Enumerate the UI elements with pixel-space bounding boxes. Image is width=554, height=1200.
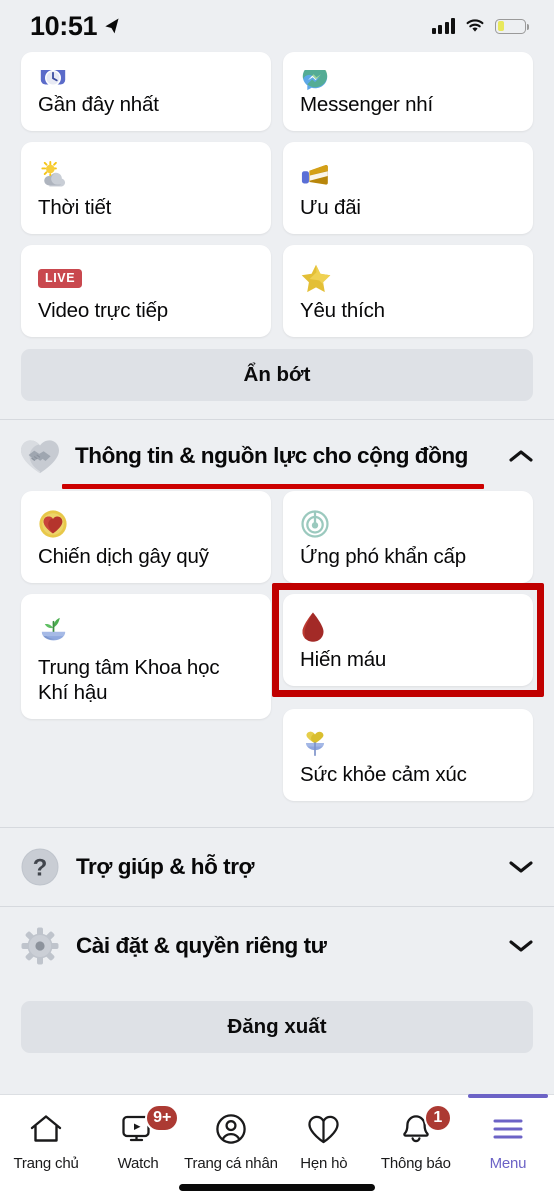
climate-science-center-icon [38, 608, 255, 646]
annotation-underline [62, 484, 484, 489]
location-arrow-icon [105, 17, 119, 33]
status-bar-clock: 10:51 [30, 10, 98, 41]
nav-badge-notifications: 1 [423, 1104, 452, 1132]
menu-row-label: Cài đặt & quyền riêng tư [76, 933, 327, 958]
menu-row-help-support[interactable]: ? Trợ giúp & hỗ trợ [0, 827, 554, 906]
nav-tab-watch[interactable]: 9+ Watch [92, 1095, 184, 1200]
nav-tab-notifications[interactable]: 1 Thông báo [370, 1095, 462, 1200]
nav-tab-label: Trang chủ [13, 1155, 79, 1172]
shortcut-label: Gần đây nhất [38, 93, 159, 116]
bottom-navigation-bar: Trang chủ 9+ Watch Trang cá nhân Hẹn hò … [0, 1094, 554, 1200]
community-card-label: Hiến máu [300, 648, 387, 671]
nav-badge-watch: 9+ [145, 1104, 180, 1132]
chevron-up-icon[interactable] [508, 448, 534, 464]
home-icon [29, 1109, 63, 1149]
offers-megaphone-icon [300, 156, 517, 194]
profile-person-icon [215, 1109, 247, 1149]
blood-donation-drop-icon [300, 608, 517, 646]
active-tab-indicator [467, 1094, 548, 1098]
community-card-blood-donation[interactable]: Hiến máu [283, 594, 533, 686]
shortcut-label: Messenger nhí [300, 93, 434, 116]
shortcut-label: Video trực tiếp [38, 299, 168, 322]
nav-tab-home[interactable]: Trang chủ [0, 1095, 92, 1200]
shortcut-label: Ưu đãi [300, 196, 361, 219]
nav-tab-label: Thông báo [380, 1155, 451, 1172]
community-card-label: Trung tâm Khoa học Khí hậu [38, 656, 220, 704]
recent-clock-icon [38, 70, 255, 92]
community-card-fundraiser[interactable]: Chiến dịch gây quỹ [21, 491, 271, 583]
shortcuts-grid: Gần đây nhất Messenger nhí Thời tiết Ưu … [0, 52, 554, 337]
shortcut-label: Thời tiết [38, 196, 112, 219]
live-badge-text: LIVE [38, 268, 83, 288]
nav-tab-label: Menu [489, 1155, 527, 1172]
svg-text:?: ? [33, 855, 48, 882]
hamburger-menu-icon [492, 1109, 524, 1149]
blood-donation-highlight: Hiến máu [272, 583, 544, 697]
dating-heart-icon [307, 1109, 340, 1149]
nav-tab-label: Hẹn hò [300, 1155, 348, 1172]
section-header-community[interactable]: Thông tin & nguồn lực cho cộng đồng [0, 420, 554, 491]
community-card-label: Ứng phó khẩn cấp [300, 545, 466, 568]
live-video-badge-icon: LIVE [38, 259, 255, 297]
community-column-right: Ứng phó khẩn cấp Hiến máu Sức khỏe cảm x… [272, 491, 544, 801]
status-bar: 10:51 [0, 0, 554, 52]
community-card-climate-science[interactable]: Trung tâm Khoa học Khí hậu [21, 594, 271, 719]
see-less-button[interactable]: Ẩn bớt [21, 349, 533, 401]
battery-low-power-icon [495, 18, 530, 34]
help-question-icon: ? [19, 846, 61, 888]
home-indicator [179, 1184, 375, 1191]
community-card-emotional-health[interactable]: Sức khỏe cảm xúc [283, 709, 533, 801]
shortcut-card-weather[interactable]: Thời tiết [21, 142, 271, 234]
community-column-left: Chiến dịch gây quỹ Trung tâm Khoa học Kh… [21, 491, 271, 801]
chevron-down-icon[interactable] [508, 938, 534, 954]
settings-gear-icon [19, 925, 61, 967]
cellular-signal-icon [431, 18, 455, 34]
menu-row-settings-privacy[interactable]: Cài đặt & quyền riêng tư [0, 906, 554, 985]
nav-tab-menu[interactable]: Menu [462, 1094, 554, 1200]
community-grid: Chiến dịch gây quỹ Trung tâm Khoa học Kh… [0, 491, 554, 801]
section-title: Thông tin & nguồn lực cho cộng đồng [75, 443, 468, 468]
messenger-kids-icon [300, 70, 517, 92]
nav-tab-label: Trang cá nhân [184, 1155, 278, 1172]
community-card-crisis-response[interactable]: Ứng phó khẩn cấp [283, 491, 533, 583]
shortcut-card-recent[interactable]: Gần đây nhất [21, 52, 271, 131]
fundraiser-heart-icon [38, 505, 255, 543]
status-bar-left: 10:51 [30, 11, 121, 42]
logout-button[interactable]: Đăng xuất [21, 1001, 533, 1053]
menu-row-label: Trợ giúp & hỗ trợ [76, 854, 255, 879]
handshake-heart-icon [19, 435, 61, 477]
crisis-response-icon [300, 505, 517, 543]
community-card-label: Sức khỏe cảm xúc [300, 763, 467, 786]
watch-video-icon: 9+ [121, 1104, 180, 1149]
emotional-health-icon [300, 723, 517, 761]
shortcut-label: Yêu thích [300, 299, 385, 322]
shortcut-card-live-video[interactable]: LIVE Video trực tiếp [21, 245, 271, 337]
weather-sun-cloud-icon [38, 156, 255, 194]
menu-scroll-area[interactable]: Gần đây nhất Messenger nhí Thời tiết Ưu … [0, 52, 554, 1094]
community-card-label: Chiến dịch gây quỹ [38, 545, 209, 568]
shortcut-card-messenger-kids[interactable]: Messenger nhí [283, 52, 533, 131]
favorites-star-icon [300, 259, 517, 297]
wifi-icon [466, 19, 484, 32]
notifications-bell-icon: 1 [400, 1104, 452, 1149]
shortcut-card-offers[interactable]: Ưu đãi [283, 142, 533, 234]
shortcut-card-favorites[interactable]: Yêu thích [283, 245, 533, 337]
nav-tab-label: Watch [117, 1155, 159, 1172]
chevron-down-icon[interactable] [508, 859, 534, 875]
status-bar-right [431, 18, 530, 34]
phone-screen: 10:51 Gần đây nhất Messenger nhí Thời ti… [0, 0, 554, 1200]
